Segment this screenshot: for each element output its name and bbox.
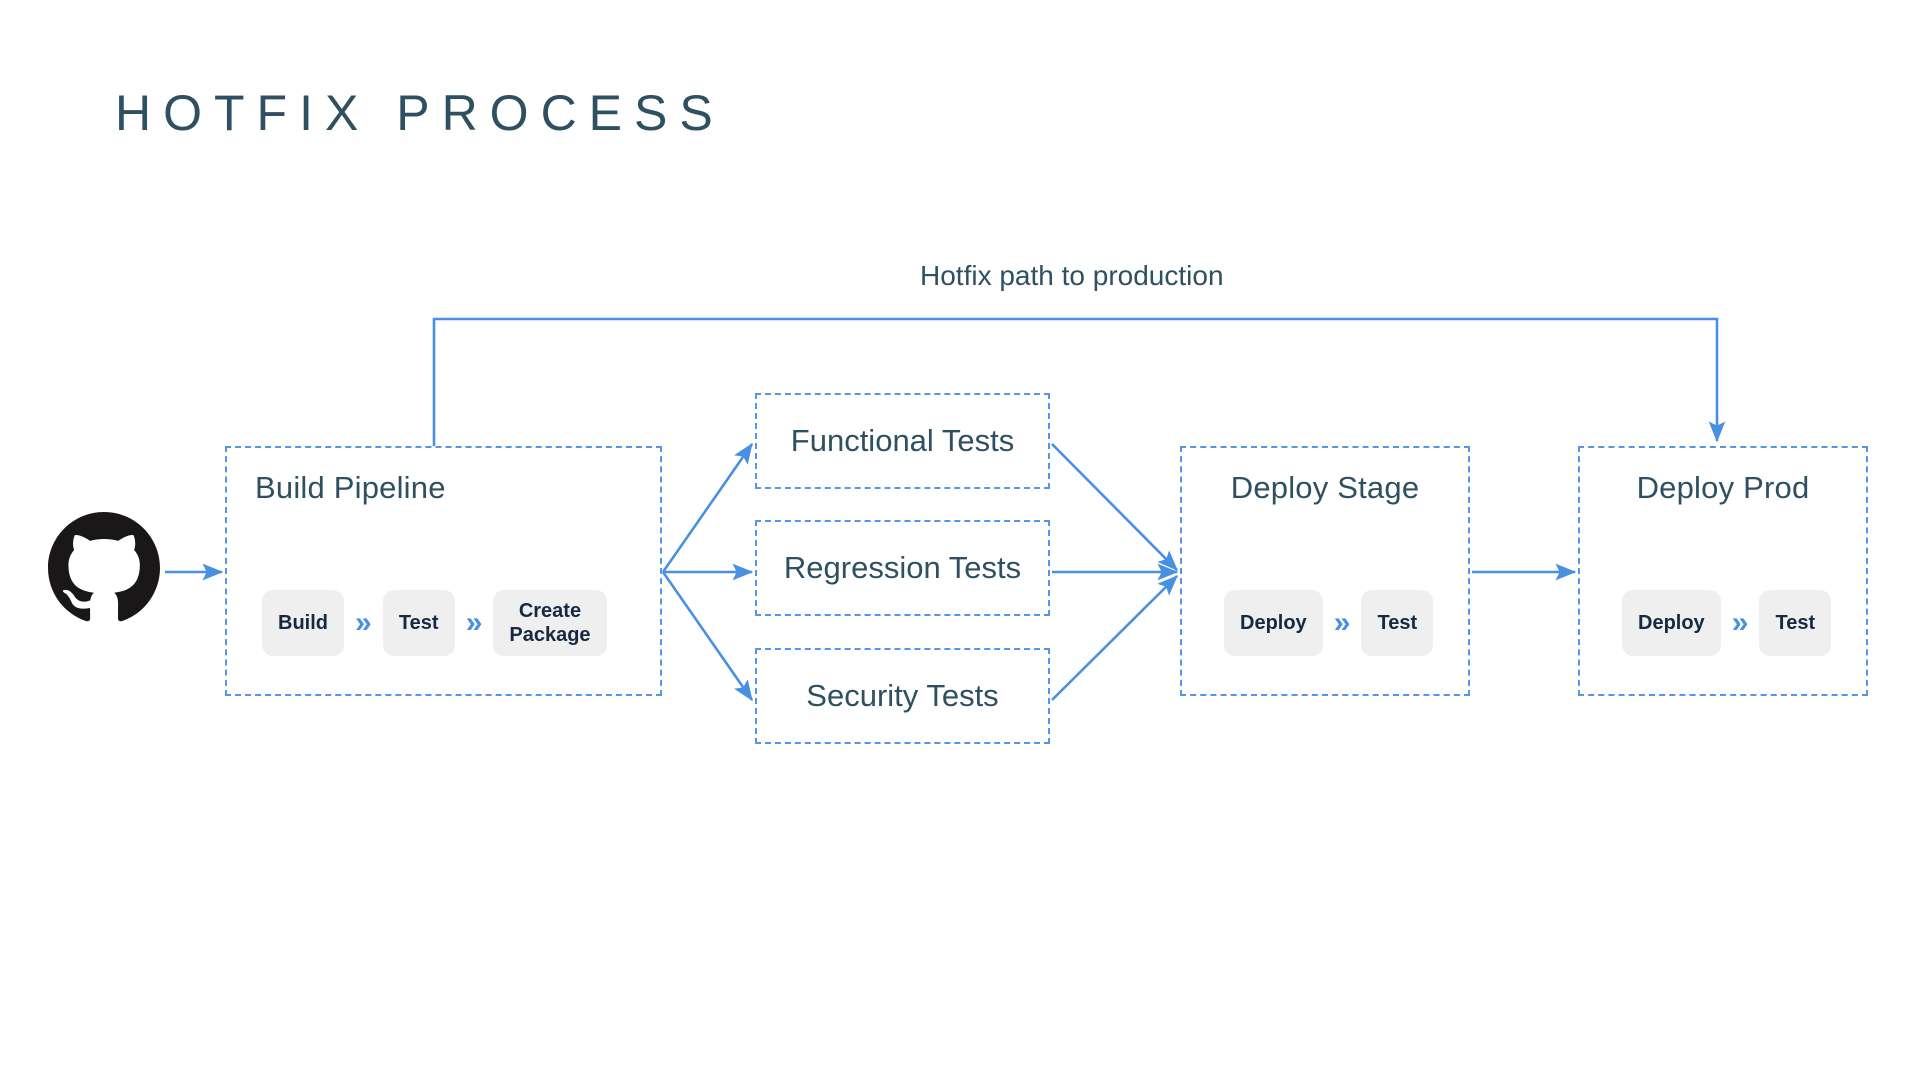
arrow-build-to-functional-tests <box>661 442 754 573</box>
step-chip-deploy[interactable]: Deploy <box>1224 590 1323 656</box>
step-chip-row-build-pipeline: Build » Test » Create Package <box>262 590 607 656</box>
double-chevron-right-icon: » <box>355 606 372 639</box>
hotfix-path-arrow <box>432 317 1726 446</box>
stage-box-deploy-prod[interactable]: Deploy Prod Deploy » Test <box>1578 446 1868 696</box>
hotfix-path-label: Hotfix path to production <box>920 260 1224 291</box>
arrow-security-tests-to-deploy-stage <box>1051 575 1178 701</box>
step-chip-test[interactable]: Test <box>1361 590 1434 656</box>
stage-box-deploy-stage[interactable]: Deploy Stage Deploy » Test <box>1180 446 1470 696</box>
stage-box-functional-tests[interactable]: Functional Tests <box>755 393 1050 489</box>
stage-title-security-tests: Security Tests <box>806 678 999 713</box>
step-chip-row-deploy-prod: Deploy » Test <box>1622 590 1832 656</box>
stage-box-security-tests[interactable]: Security Tests <box>755 648 1050 744</box>
page-title: HOTFIX PROCESS <box>115 85 725 141</box>
arrow-build-to-security-tests <box>661 571 754 702</box>
step-chip-test[interactable]: Test <box>382 590 455 656</box>
stage-title-regression-tests: Regression Tests <box>783 550 1022 585</box>
double-chevron-right-icon: » <box>465 606 483 639</box>
step-chip-test[interactable]: Test <box>1759 590 1832 656</box>
github-icon <box>48 512 160 622</box>
diagram-canvas: HOTFIX PROCESS Hotfix path to production <box>0 0 1920 1080</box>
stage-box-build-pipeline[interactable]: Build Pipeline Build » Test » Create Pac… <box>225 446 662 696</box>
step-chip-build[interactable]: Build <box>262 590 344 656</box>
double-chevron-right-icon: » <box>1333 606 1351 639</box>
step-chip-deploy[interactable]: Deploy <box>1622 590 1721 656</box>
stage-title-functional-tests: Functional Tests <box>790 423 1015 458</box>
step-chip-row-deploy-stage: Deploy » Test <box>1224 590 1434 656</box>
arrow-functional-tests-to-deploy-stage <box>1051 443 1178 571</box>
stage-title-build-pipeline: Build Pipeline <box>255 470 446 505</box>
stage-box-regression-tests[interactable]: Regression Tests <box>755 520 1050 616</box>
step-chip-create-package[interactable]: Create Package <box>493 590 607 656</box>
stage-title-deploy-prod: Deploy Prod <box>1636 470 1810 505</box>
double-chevron-right-icon: » <box>1731 606 1749 639</box>
stage-title-deploy-stage: Deploy Stage <box>1230 470 1420 505</box>
